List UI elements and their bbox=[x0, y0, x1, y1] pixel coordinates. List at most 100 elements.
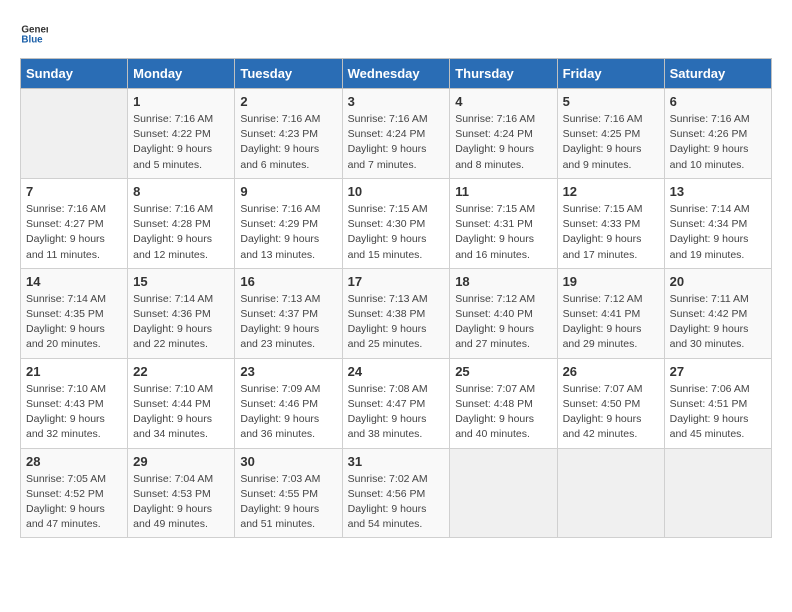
calendar-cell bbox=[664, 448, 771, 538]
day-number: 1 bbox=[133, 94, 229, 109]
day-detail: Sunrise: 7:02 AM Sunset: 4:56 PM Dayligh… bbox=[348, 472, 445, 533]
calendar-week-row: 28 Sunrise: 7:05 AM Sunset: 4:52 PM Dayli… bbox=[21, 448, 772, 538]
day-number: 22 bbox=[133, 364, 229, 379]
calendar-cell: 15 Sunrise: 7:14 AM Sunset: 4:36 PM Dayli… bbox=[128, 268, 235, 358]
column-header-friday: Friday bbox=[557, 59, 664, 89]
calendar-cell: 13 Sunrise: 7:14 AM Sunset: 4:34 PM Dayli… bbox=[664, 178, 771, 268]
calendar-cell: 29 Sunrise: 7:04 AM Sunset: 4:53 PM Dayli… bbox=[128, 448, 235, 538]
day-detail: Sunrise: 7:07 AM Sunset: 4:48 PM Dayligh… bbox=[455, 382, 551, 443]
calendar-cell: 31 Sunrise: 7:02 AM Sunset: 4:56 PM Dayli… bbox=[342, 448, 450, 538]
column-header-tuesday: Tuesday bbox=[235, 59, 342, 89]
day-detail: Sunrise: 7:05 AM Sunset: 4:52 PM Dayligh… bbox=[26, 472, 122, 533]
calendar-cell: 14Sunrise: 7:14 AM Sunset: 4:35 PM Dayli… bbox=[21, 268, 128, 358]
day-detail: Sunrise: 7:10 AM Sunset: 4:43 PM Dayligh… bbox=[26, 382, 122, 443]
day-number: 9 bbox=[240, 184, 336, 199]
day-detail: Sunrise: 7:10 AM Sunset: 4:44 PM Dayligh… bbox=[133, 382, 229, 443]
calendar-cell: 5 Sunrise: 7:16 AM Sunset: 4:25 PM Daylig… bbox=[557, 89, 664, 179]
day-detail: Sunrise: 7:16 AM Sunset: 4:24 PM Dayligh… bbox=[348, 112, 445, 173]
calendar-cell: 23 Sunrise: 7:09 AM Sunset: 4:46 PM Dayli… bbox=[235, 358, 342, 448]
day-number: 21 bbox=[26, 364, 122, 379]
day-number: 20 bbox=[670, 274, 766, 289]
calendar-cell bbox=[557, 448, 664, 538]
calendar-week-row: 14Sunrise: 7:14 AM Sunset: 4:35 PM Dayli… bbox=[21, 268, 772, 358]
day-detail: Sunrise: 7:14 AM Sunset: 4:34 PM Dayligh… bbox=[670, 202, 766, 263]
calendar-table: SundayMondayTuesdayWednesdayThursdayFrid… bbox=[20, 58, 772, 538]
calendar-cell: 3 Sunrise: 7:16 AM Sunset: 4:24 PM Daylig… bbox=[342, 89, 450, 179]
day-detail: Sunrise: 7:16 AM Sunset: 4:25 PM Dayligh… bbox=[563, 112, 659, 173]
day-detail: Sunrise: 7:16 AM Sunset: 4:27 PM Dayligh… bbox=[26, 202, 122, 263]
calendar-cell: 1 Sunrise: 7:16 AM Sunset: 4:22 PM Daylig… bbox=[128, 89, 235, 179]
calendar-cell: 2 Sunrise: 7:16 AM Sunset: 4:23 PM Daylig… bbox=[235, 89, 342, 179]
day-detail: Sunrise: 7:12 AM Sunset: 4:41 PM Dayligh… bbox=[563, 292, 659, 353]
calendar-cell: 26Sunrise: 7:07 AM Sunset: 4:50 PM Dayli… bbox=[557, 358, 664, 448]
day-number: 4 bbox=[455, 94, 551, 109]
day-number: 19 bbox=[563, 274, 659, 289]
day-number: 28 bbox=[26, 454, 122, 469]
calendar-cell: 20 Sunrise: 7:11 AM Sunset: 4:42 PM Dayli… bbox=[664, 268, 771, 358]
calendar-cell: 7 Sunrise: 7:16 AM Sunset: 4:27 PM Daylig… bbox=[21, 178, 128, 268]
day-detail: Sunrise: 7:15 AM Sunset: 4:30 PM Dayligh… bbox=[348, 202, 445, 263]
calendar-cell: 25 Sunrise: 7:07 AM Sunset: 4:48 PM Dayli… bbox=[450, 358, 557, 448]
calendar-cell: 11 Sunrise: 7:15 AM Sunset: 4:31 PM Dayli… bbox=[450, 178, 557, 268]
day-detail: Sunrise: 7:03 AM Sunset: 4:55 PM Dayligh… bbox=[240, 472, 336, 533]
day-detail: Sunrise: 7:13 AM Sunset: 4:38 PM Dayligh… bbox=[348, 292, 445, 353]
day-detail: Sunrise: 7:16 AM Sunset: 4:29 PM Dayligh… bbox=[240, 202, 336, 263]
day-detail: Sunrise: 7:09 AM Sunset: 4:46 PM Dayligh… bbox=[240, 382, 336, 443]
day-detail: Sunrise: 7:16 AM Sunset: 4:23 PM Dayligh… bbox=[240, 112, 336, 173]
calendar-cell: 19 Sunrise: 7:12 AM Sunset: 4:41 PM Dayli… bbox=[557, 268, 664, 358]
calendar-cell: 16Sunrise: 7:13 AM Sunset: 4:37 PM Dayli… bbox=[235, 268, 342, 358]
day-number: 31 bbox=[348, 454, 445, 469]
day-detail: Sunrise: 7:04 AM Sunset: 4:53 PM Dayligh… bbox=[133, 472, 229, 533]
calendar-cell bbox=[21, 89, 128, 179]
day-number: 13 bbox=[670, 184, 766, 199]
day-number: 7 bbox=[26, 184, 122, 199]
calendar-cell: 27Sunrise: 7:06 AM Sunset: 4:51 PM Dayli… bbox=[664, 358, 771, 448]
calendar-cell bbox=[450, 448, 557, 538]
day-number: 10 bbox=[348, 184, 445, 199]
day-number: 25 bbox=[455, 364, 551, 379]
day-detail: Sunrise: 7:08 AM Sunset: 4:47 PM Dayligh… bbox=[348, 382, 445, 443]
svg-text:Blue: Blue bbox=[21, 34, 43, 45]
day-number: 2 bbox=[240, 94, 336, 109]
calendar-cell: 17 Sunrise: 7:13 AM Sunset: 4:38 PM Dayli… bbox=[342, 268, 450, 358]
day-number: 23 bbox=[240, 364, 336, 379]
day-number: 24 bbox=[348, 364, 445, 379]
day-number: 6 bbox=[670, 94, 766, 109]
day-number: 27 bbox=[670, 364, 766, 379]
day-number: 15 bbox=[133, 274, 229, 289]
calendar-cell: 22 Sunrise: 7:10 AM Sunset: 4:44 PM Dayli… bbox=[128, 358, 235, 448]
logo: General Blue bbox=[20, 20, 52, 48]
day-detail: Sunrise: 7:16 AM Sunset: 4:22 PM Dayligh… bbox=[133, 112, 229, 173]
logo-icon: General Blue bbox=[20, 20, 48, 48]
day-number: 14 bbox=[26, 274, 122, 289]
calendar-cell: 18Sunrise: 7:12 AM Sunset: 4:40 PM Dayli… bbox=[450, 268, 557, 358]
calendar-week-row: 21 Sunrise: 7:10 AM Sunset: 4:43 PM Dayli… bbox=[21, 358, 772, 448]
day-detail: Sunrise: 7:15 AM Sunset: 4:31 PM Dayligh… bbox=[455, 202, 551, 263]
day-detail: Sunrise: 7:11 AM Sunset: 4:42 PM Dayligh… bbox=[670, 292, 766, 353]
column-header-saturday: Saturday bbox=[664, 59, 771, 89]
calendar-cell: 4Sunrise: 7:16 AM Sunset: 4:24 PM Daylig… bbox=[450, 89, 557, 179]
calendar-cell: 8Sunrise: 7:16 AM Sunset: 4:28 PM Daylig… bbox=[128, 178, 235, 268]
day-detail: Sunrise: 7:14 AM Sunset: 4:36 PM Dayligh… bbox=[133, 292, 229, 353]
calendar-week-row: 7 Sunrise: 7:16 AM Sunset: 4:27 PM Daylig… bbox=[21, 178, 772, 268]
day-number: 26 bbox=[563, 364, 659, 379]
calendar-cell: 24 Sunrise: 7:08 AM Sunset: 4:47 PM Dayli… bbox=[342, 358, 450, 448]
day-number: 5 bbox=[563, 94, 659, 109]
day-number: 11 bbox=[455, 184, 551, 199]
page-header: General Blue bbox=[20, 20, 772, 48]
day-number: 29 bbox=[133, 454, 229, 469]
calendar-week-row: 1 Sunrise: 7:16 AM Sunset: 4:22 PM Daylig… bbox=[21, 89, 772, 179]
day-detail: Sunrise: 7:16 AM Sunset: 4:26 PM Dayligh… bbox=[670, 112, 766, 173]
calendar-cell: 10 Sunrise: 7:15 AM Sunset: 4:30 PM Dayli… bbox=[342, 178, 450, 268]
day-number: 3 bbox=[348, 94, 445, 109]
day-detail: Sunrise: 7:13 AM Sunset: 4:37 PM Dayligh… bbox=[240, 292, 336, 353]
calendar-cell: 9 Sunrise: 7:16 AM Sunset: 4:29 PM Daylig… bbox=[235, 178, 342, 268]
day-number: 17 bbox=[348, 274, 445, 289]
calendar-cell: 21 Sunrise: 7:10 AM Sunset: 4:43 PM Dayli… bbox=[21, 358, 128, 448]
calendar-header-row: SundayMondayTuesdayWednesdayThursdayFrid… bbox=[21, 59, 772, 89]
day-detail: Sunrise: 7:12 AM Sunset: 4:40 PM Dayligh… bbox=[455, 292, 551, 353]
day-number: 8 bbox=[133, 184, 229, 199]
day-number: 12 bbox=[563, 184, 659, 199]
column-header-monday: Monday bbox=[128, 59, 235, 89]
calendar-cell: 6 Sunrise: 7:16 AM Sunset: 4:26 PM Daylig… bbox=[664, 89, 771, 179]
